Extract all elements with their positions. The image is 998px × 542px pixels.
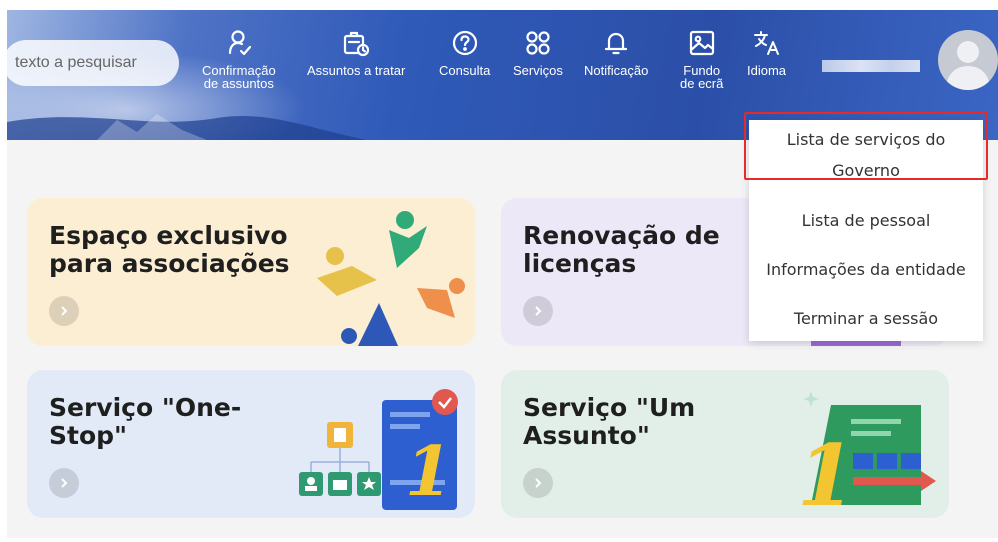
chevron-right-icon [61, 306, 68, 316]
card-arrow-button[interactable] [49, 296, 79, 326]
translate-icon [753, 31, 779, 55]
avatar[interactable] [938, 30, 998, 90]
nav-fundo-de-ecra[interactable]: Fundo de ecrã [680, 28, 723, 90]
menu-item-terminar-a-sessao[interactable]: Terminar a sessão [749, 303, 983, 334]
person-check-icon [228, 30, 251, 56]
menu-item-lista-de-pessoal[interactable]: Lista de pessoal [749, 205, 983, 236]
nav-label: Notificação [584, 63, 649, 78]
briefcase-clock-icon [344, 31, 370, 57]
card-arrow-button[interactable] [523, 296, 553, 326]
nav-label: Assuntos a tratar [307, 63, 406, 78]
nav-assuntos-a-tratar[interactable]: Assuntos a tratar [307, 28, 405, 77]
card-servico-one-stop[interactable]: Serviço "One- Stop" 1 [27, 370, 475, 518]
number-one-graphic: 1 [797, 426, 855, 515]
card-title: Renovação de licenças [523, 221, 720, 278]
image-icon [689, 30, 714, 56]
chevron-right-icon [535, 306, 542, 316]
nav-label: Idioma [747, 63, 787, 78]
menu-item-informacoes-da-entidade[interactable]: Informações da entidade [749, 254, 983, 285]
search-box[interactable] [7, 40, 179, 86]
page-frame: Confirmação de assuntos Assuntos a trata… [7, 10, 998, 538]
bell-icon [605, 32, 628, 55]
one-matter-illustration: 1 [797, 391, 936, 515]
card-servico-um-assunto[interactable]: Serviço "Um Assunto" 1 [501, 370, 949, 518]
card-title: Serviço "Um Assunto" [523, 393, 696, 450]
nav-idioma[interactable]: Idioma [747, 28, 786, 77]
one-stop-illustration: 1 [299, 389, 458, 512]
card-title: Serviço "One- Stop" [49, 393, 242, 450]
question-icon [452, 30, 477, 56]
card-title: Espaço exclusivo para associações [49, 221, 290, 278]
chevron-right-icon [61, 478, 68, 488]
card-espaco-exclusivo[interactable]: Espaço exclusivo para associações [27, 198, 475, 346]
card-arrow-button[interactable] [523, 468, 553, 498]
people-star-illustration [317, 211, 465, 346]
username-redacted[interactable] [822, 60, 920, 72]
nav-notificacao[interactable]: Notificação [584, 28, 648, 77]
search-input[interactable] [13, 53, 167, 73]
nav-consulta[interactable]: Consulta [439, 28, 490, 77]
number-one-graphic: 1 [405, 432, 452, 512]
nav-label: Fundo de ecrã [680, 63, 724, 91]
nav-label: Serviços [513, 63, 563, 78]
nav-confirmacao-de-assuntos[interactable]: Confirmação de assuntos [202, 28, 276, 90]
user-avatar-icon [946, 41, 990, 90]
nav-label: Confirmação de assuntos [202, 63, 276, 91]
nav-label: Consulta [439, 63, 491, 78]
highlight-box [744, 112, 988, 180]
card-arrow-button[interactable] [49, 468, 79, 498]
apps-grid-icon [526, 31, 550, 55]
chevron-right-icon [535, 478, 542, 488]
nav-servicos[interactable]: Serviços [513, 28, 563, 77]
